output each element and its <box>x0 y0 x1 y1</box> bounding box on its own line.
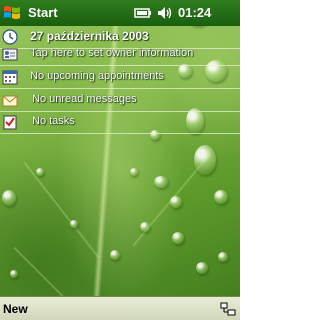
water-drop <box>70 220 78 228</box>
menu-bar: New <box>0 296 240 320</box>
appointments-row[interactable]: No upcoming appointments <box>0 66 240 89</box>
new-button[interactable]: New <box>3 302 28 316</box>
water-drop <box>214 190 228 204</box>
task-checkbox-icon <box>2 114 18 130</box>
water-drop <box>170 196 182 208</box>
input-panel-icon[interactable] <box>220 301 236 317</box>
owner-info-text: Tap here to set owner information <box>30 47 194 59</box>
speaker-volume-icon[interactable] <box>157 6 173 20</box>
appointments-text: No upcoming appointments <box>30 70 164 82</box>
water-drop <box>172 232 184 244</box>
water-drop <box>130 168 138 176</box>
water-drop <box>196 262 208 274</box>
tasks-row[interactable]: No tasks <box>0 111 240 134</box>
water-drop <box>140 222 150 232</box>
water-drop <box>36 168 44 176</box>
calendar-icon <box>2 69 18 85</box>
start-menu-label[interactable]: Start <box>28 5 58 20</box>
owner-info-row[interactable]: Tap here to set owner information <box>0 43 240 66</box>
water-drop <box>2 190 16 206</box>
windows-flag-icon[interactable] <box>3 4 21 22</box>
today-screen: Start 01:24 27 października 2003 Tap her… <box>0 0 240 320</box>
water-drop <box>110 250 120 260</box>
leaf-vein-side <box>23 161 100 259</box>
messages-row[interactable]: No unread messages <box>0 89 240 112</box>
owner-card-icon <box>2 46 18 62</box>
water-drop <box>10 270 18 278</box>
title-bar: Start 01:24 <box>0 0 240 26</box>
clock-time[interactable]: 01:24 <box>178 5 211 20</box>
water-drop <box>218 252 228 262</box>
tasks-text: No tasks <box>32 115 75 127</box>
envelope-icon <box>2 92 18 108</box>
water-drop <box>154 176 168 188</box>
messages-text: No unread messages <box>32 93 137 105</box>
today-date: 27 października 2003 <box>30 29 149 43</box>
water-drop <box>194 145 216 175</box>
battery-icon[interactable] <box>134 6 152 20</box>
